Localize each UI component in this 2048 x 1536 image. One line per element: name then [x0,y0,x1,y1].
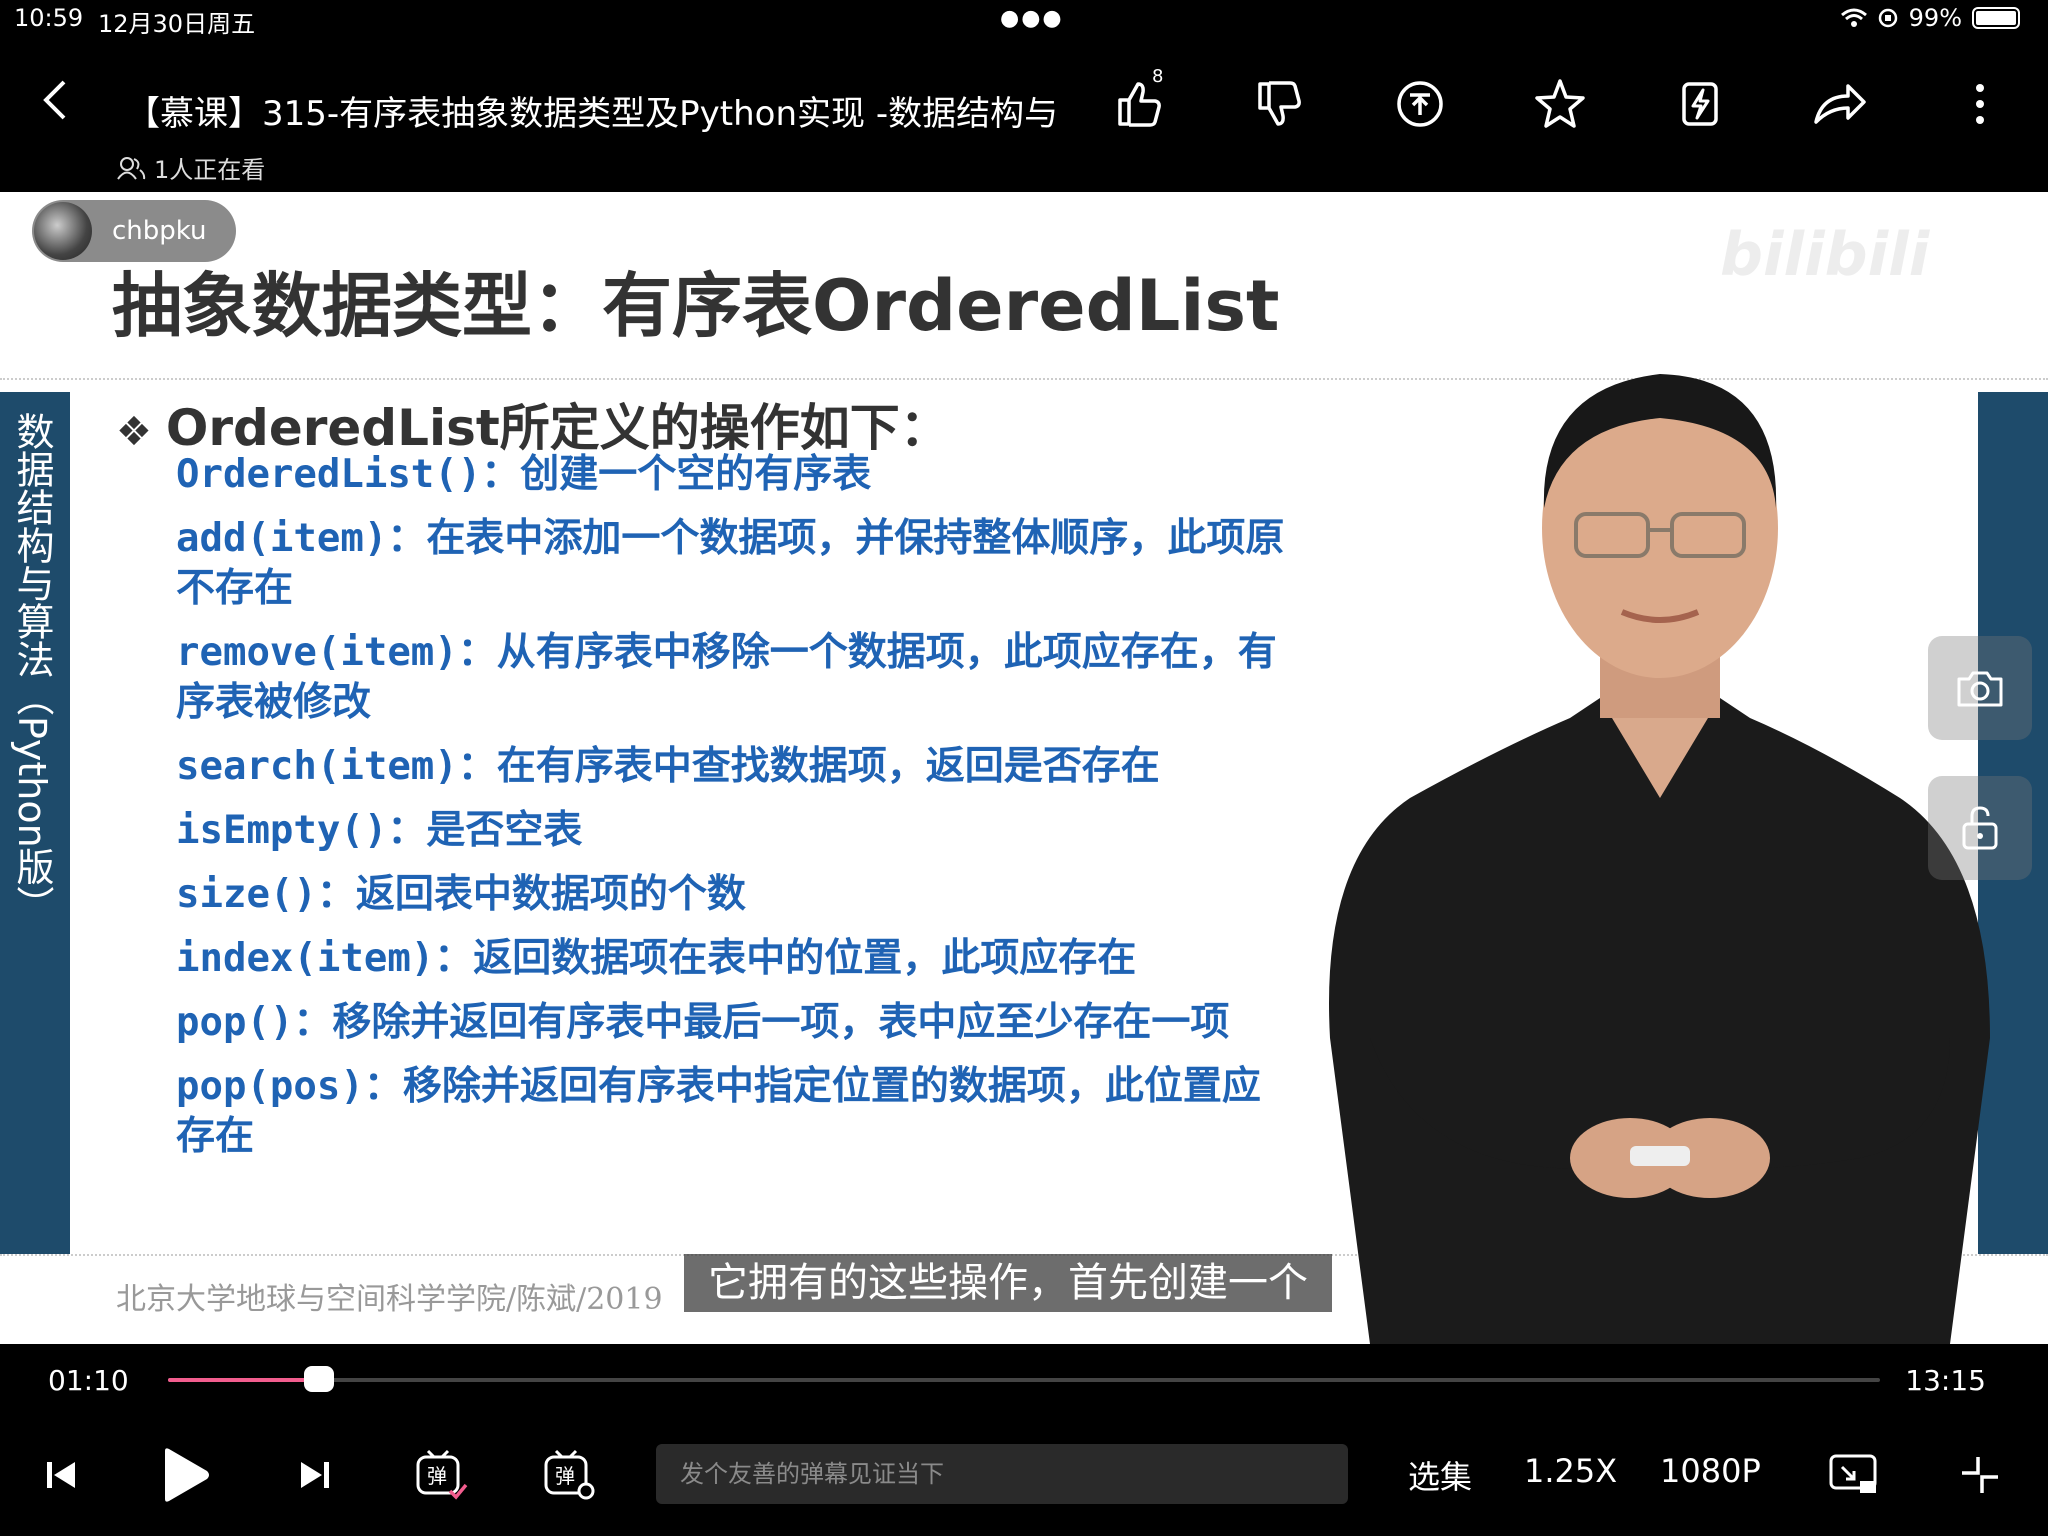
video-top-bar: 【慕课】315-有序表抽象数据类型及Python实现 -数据结构与 8 [0,60,2048,150]
play-button[interactable] [150,1440,220,1510]
operation-description: ：创建一个空的有序表 [481,452,872,497]
chevron-left-icon [43,80,66,120]
share-button[interactable] [1810,74,1870,134]
camera-icon [1957,671,2003,707]
uploader-badge[interactable]: chbpku [32,200,236,262]
operation-signature: add(item) [176,516,388,561]
operation-signature: size() [176,872,317,917]
diamond-bullet-icon: ❖ [116,409,152,455]
quality-button[interactable]: 1080P [1660,1452,1761,1490]
episodes-button[interactable]: 选集 [1408,1452,1472,1498]
slide-footer: 北京大学地球与空间科学学院/陈斌/2019 [116,1282,663,1317]
slide-heading-text: OrderedList所定义的操作如下： [165,399,950,457]
operation-signature: remove(item) [176,630,458,675]
operation-description: ：在有序表中查找数据项，返回是否存在 [457,744,1160,789]
watching-text: 1人正在看 [154,156,266,184]
operation-signature: OrderedList() [176,452,482,497]
screenshot-button[interactable] [1928,636,2032,740]
progress-thumb-handle[interactable] [303,1366,334,1392]
video-title: 【慕课】315-有序表抽象数据类型及Python实现 -数据结构与 [126,94,1059,134]
slide-sidebar-text: 数据结构与算法（Python版） [10,412,54,924]
slide-sidebar-left: 数据结构与算法（Python版） [0,392,70,1254]
operation-item: size()：返回表中数据项的个数 [176,870,1286,920]
danmaku-settings-icon: 弹 [544,1449,595,1500]
duration: 13:15 [1905,1364,1986,1397]
operation-item: OrderedList()：创建一个空的有序表 [176,450,1286,500]
svg-text:弹: 弹 [555,1464,575,1488]
operations-list: OrderedList()：创建一个空的有序表 add(item)：在表中添加一个… [176,450,1286,1176]
operation-item: pop()：移除并返回有序表中最后一项，表中应至少存在一项 [176,998,1286,1048]
progress-fill [168,1378,319,1382]
thumbs-down-icon [1258,81,1301,126]
share-arrow-icon [1814,84,1866,124]
exit-fullscreen-button[interactable] [1950,1440,2010,1510]
dislike-button[interactable] [1250,74,1310,134]
danmaku-on-icon: 弹 [416,1449,468,1500]
lightning-icon [1682,82,1718,126]
coin-icon [1397,81,1443,127]
video-subtitle: 它拥有的这些操作，首先创建一个 [684,1254,1332,1312]
progress-bar[interactable] [168,1366,1880,1392]
current-time: 01:10 [48,1364,129,1397]
unlock-icon [1962,806,1998,850]
operation-description: ：是否空表 [387,808,583,853]
slide-title: 抽象数据类型：有序表OrderedList [112,265,1280,347]
operation-item: remove(item)：从有序表中移除一个数据项，此项应存在，有序表被修改 [176,628,1286,728]
operation-signature: pop(pos) [176,1064,364,1109]
video-player[interactable]: 抽象数据类型：有序表OrderedList bilibili 数据结构与算法（P… [0,192,2048,1344]
lecturer-figure [1329,374,1990,1344]
cast-button[interactable] [1824,1440,1884,1510]
skip-next-icon [301,1462,329,1488]
people-icon [117,156,146,180]
next-button[interactable] [290,1440,340,1510]
like-count: 8 [1152,66,1164,87]
operation-item: pop(pos)：移除并返回有序表中指定位置的数据项，此位置应存在 [176,1062,1286,1162]
operation-description: ：返回数据项在表中的位置，此项应存在 [434,936,1137,981]
operation-item: isEmpty()：是否空表 [176,806,1286,856]
operation-signature: pop() [176,1000,294,1045]
watching-count: 1人正在看 [116,150,265,185]
star-icon [1535,79,1585,128]
more-button[interactable] [1950,74,2010,134]
operation-description: ：移除并返回有序表中最后一项，表中应至少存在一项 [293,1000,1230,1045]
battery-icon [1972,7,2020,29]
coin-button[interactable] [1390,74,1450,134]
status-bar: 10:59 12月30日周五 ●●● 99% [0,0,2048,40]
orientation-lock-icon [1878,8,1897,28]
charge-button[interactable] [1670,74,1730,134]
uploader-avatar [34,202,92,260]
multitask-dots-icon[interactable]: ●●● [1000,6,1064,31]
more-vertical-icon [1976,84,1984,124]
operation-signature: search(item) [176,744,458,789]
operation-item: add(item)：在表中添加一个数据项，并保持整体顺序，此项原不存在 [176,514,1286,614]
back-button[interactable] [40,78,70,133]
danmaku-input[interactable]: 发个友善的弹幕见证当下 [656,1444,1348,1504]
play-icon [165,1448,209,1502]
status-time: 10:59 [14,4,84,32]
operation-description: ：返回表中数据项的个数 [316,872,746,917]
screen-lock-button[interactable] [1928,776,2032,880]
exit-fullscreen-icon [1962,1457,1998,1493]
uploader-name: chbpku [112,216,207,246]
operation-signature: isEmpty() [176,808,388,853]
danmaku-settings-button[interactable]: 弹 [540,1440,600,1510]
danmaku-toggle-button[interactable]: 弹 [412,1440,472,1510]
battery-percent: 99% [1908,4,1962,32]
operation-item: index(item)：返回数据项在表中的位置，此项应存在 [176,934,1286,984]
speed-button[interactable]: 1.25X [1524,1452,1617,1490]
previous-button[interactable] [36,1440,86,1510]
svg-text:弹: 弹 [427,1464,447,1488]
skip-previous-icon [47,1462,75,1488]
status-right: 99% [1840,4,2020,32]
operation-item: search(item)：在有序表中查找数据项，返回是否存在 [176,742,1286,792]
wifi-icon [1840,8,1867,27]
favorite-button[interactable] [1530,74,1590,134]
cast-icon [1829,1454,1877,1493]
status-date: 12月30日周五 [98,10,256,38]
operation-signature: index(item) [176,936,435,981]
